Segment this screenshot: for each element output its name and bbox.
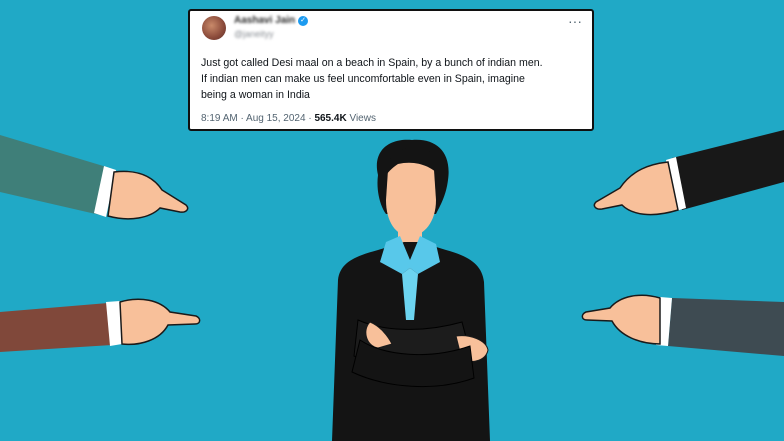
- views-count: 565.4K: [314, 113, 347, 124]
- pointing-hand-bottom-right: [581, 294, 784, 356]
- tweet-card[interactable]: Aashavi Jain ✓ @janeityy ··· Just got ca…: [188, 9, 594, 131]
- pointing-hand-top-left: [0, 135, 189, 220]
- verified-badge-icon: ✓: [298, 16, 308, 26]
- tweet-time[interactable]: 8:19 AM: [201, 113, 238, 124]
- pointing-hand-bottom-left: [0, 298, 201, 352]
- tweet-text-line-1: Just got called Desi maal on a beach in …: [201, 57, 543, 69]
- more-options-icon[interactable]: ···: [568, 13, 582, 29]
- tweet-text-line-2: If indian men can make us feel uncomfort…: [201, 73, 525, 85]
- views-label: Views: [349, 113, 376, 124]
- tweet-meta: 8:19 AM · Aug 15, 2024 · 565.4K Views: [201, 113, 376, 124]
- pointing-hand-top-right: [593, 130, 784, 216]
- author-name[interactable]: Aashavi Jain: [234, 15, 295, 26]
- author-handle[interactable]: @janeityy: [234, 29, 274, 39]
- avatar[interactable]: [202, 16, 226, 40]
- woman-figure: [332, 139, 490, 441]
- tweet-text-line-3: being a woman in India: [201, 89, 310, 101]
- tweet-text: Just got called Desi maal on a beach in …: [201, 55, 591, 103]
- meme-image: Aashavi Jain ✓ @janeityy ··· Just got ca…: [0, 0, 784, 441]
- tweet-date[interactable]: Aug 15, 2024: [246, 113, 306, 124]
